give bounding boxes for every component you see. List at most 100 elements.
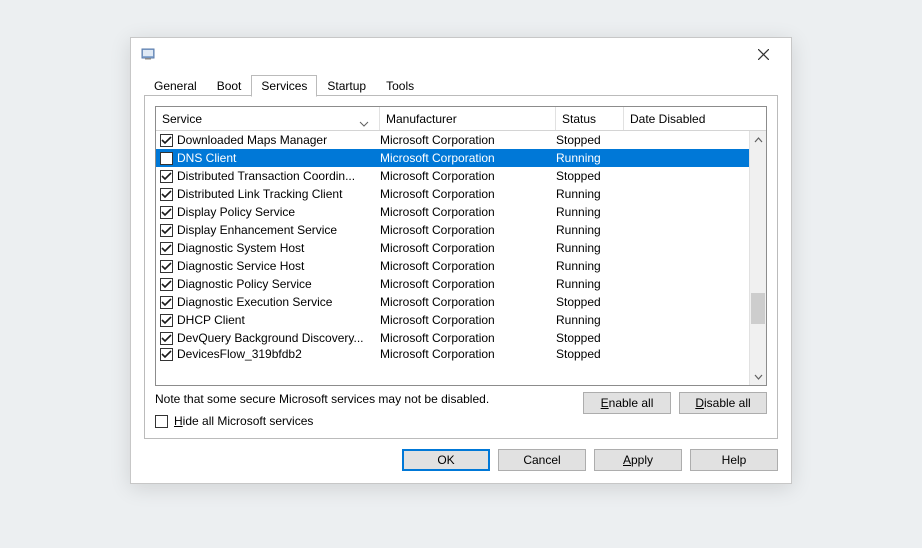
service-name: Distributed Transaction Coordin... xyxy=(177,169,376,183)
service-manufacturer: Microsoft Corporation xyxy=(380,169,556,183)
vertical-scrollbar[interactable] xyxy=(749,131,766,385)
column-label: Date Disabled xyxy=(630,112,705,126)
service-name: Distributed Link Tracking Client xyxy=(177,187,376,201)
service-status: Stopped xyxy=(556,133,624,147)
service-manufacturer: Microsoft Corporation xyxy=(380,295,556,309)
dialog-button-bar: OK Cancel Apply Help xyxy=(144,439,778,471)
table-row[interactable]: Display Enhancement Service Microsoft Cor… xyxy=(156,221,749,239)
service-name: Display Enhancement Service xyxy=(177,223,376,237)
hide-ms-label: Hide all Microsoft services xyxy=(174,414,313,428)
service-checkbox[interactable] xyxy=(160,242,173,255)
tab-services[interactable]: Services xyxy=(251,75,317,97)
rows-container: Downloaded Maps ManagerMicrosoft Corpora… xyxy=(156,131,749,385)
service-status: Running xyxy=(556,151,624,165)
service-checkbox[interactable] xyxy=(160,296,173,309)
msconfig-window: General Boot Services Startup Tools Serv… xyxy=(130,37,792,484)
tab-startup[interactable]: Startup xyxy=(317,75,376,96)
service-status: Running xyxy=(556,277,624,291)
service-name: DHCP Client xyxy=(177,313,376,327)
service-manufacturer: Microsoft Corporation xyxy=(380,259,556,273)
titlebar xyxy=(131,38,791,70)
service-manufacturer: Microsoft Corporation xyxy=(380,205,556,219)
service-checkbox[interactable] xyxy=(160,348,173,361)
table-row[interactable]: Downloaded Maps ManagerMicrosoft Corpora… xyxy=(156,131,749,149)
table-row[interactable]: DevicesFlow_319bfdb2 Microsoft Corporatio… xyxy=(156,347,749,361)
service-manufacturer: Microsoft Corporation xyxy=(380,133,556,147)
services-list: Service Manufacturer Status Date Disable… xyxy=(155,106,767,386)
service-name: Diagnostic Policy Service xyxy=(177,277,376,291)
help-button[interactable]: Help xyxy=(690,449,778,471)
service-checkbox[interactable] xyxy=(160,134,173,147)
disable-all-button[interactable]: Disable all xyxy=(679,392,767,414)
service-checkbox[interactable] xyxy=(160,188,173,201)
service-name: Display Policy Service xyxy=(177,205,376,219)
table-row[interactable]: Display Policy Service Microsoft Corporat… xyxy=(156,203,749,221)
column-header-date-disabled[interactable]: Date Disabled xyxy=(624,107,766,130)
service-name: DNS Client xyxy=(177,151,376,165)
table-row[interactable]: DHCP ClientMicrosoft CorporationRunning xyxy=(156,311,749,329)
table-row[interactable]: Diagnostic Policy Service Microsoft Corpo… xyxy=(156,275,749,293)
service-status: Running xyxy=(556,187,624,201)
table-row[interactable]: Diagnostic System HostMicrosoft Corporat… xyxy=(156,239,749,257)
scroll-up-button[interactable] xyxy=(750,131,766,148)
list-body: Downloaded Maps ManagerMicrosoft Corpora… xyxy=(156,131,766,385)
cancel-button[interactable]: Cancel xyxy=(498,449,586,471)
apply-button[interactable]: Apply xyxy=(594,449,682,471)
close-button[interactable] xyxy=(743,40,783,68)
app-icon xyxy=(141,46,157,62)
scroll-track[interactable] xyxy=(750,148,766,368)
service-manufacturer: Microsoft Corporation xyxy=(380,347,556,361)
service-checkbox[interactable] xyxy=(160,170,173,183)
column-label: Status xyxy=(562,112,596,126)
service-manufacturer: Microsoft Corporation xyxy=(380,223,556,237)
table-row[interactable]: DNS Client Microsoft CorporationRunning xyxy=(156,149,749,167)
service-manufacturer: Microsoft Corporation xyxy=(380,187,556,201)
under-list-area: Note that some secure Microsoft services… xyxy=(155,392,767,428)
service-status: Stopped xyxy=(556,331,624,345)
list-header: Service Manufacturer Status Date Disable… xyxy=(156,107,766,131)
service-checkbox[interactable] xyxy=(160,314,173,327)
service-status: Running xyxy=(556,259,624,273)
hide-ms-checkbox[interactable] xyxy=(155,415,168,428)
tabstrip: General Boot Services Startup Tools xyxy=(144,74,778,96)
service-checkbox[interactable] xyxy=(160,260,173,273)
service-checkbox[interactable] xyxy=(160,206,173,219)
table-row[interactable]: Diagnostic Execution Service Microsoft Co… xyxy=(156,293,749,311)
service-status: Running xyxy=(556,205,624,219)
service-status: Stopped xyxy=(556,347,624,361)
service-status: Running xyxy=(556,223,624,237)
sort-indicator-icon xyxy=(359,116,369,122)
service-status: Stopped xyxy=(556,295,624,309)
service-name: DevicesFlow_319bfdb2 xyxy=(177,347,376,361)
service-checkbox[interactable] xyxy=(160,278,173,291)
column-label: Manufacturer xyxy=(386,112,457,126)
scroll-thumb[interactable] xyxy=(751,293,765,324)
service-checkbox[interactable] xyxy=(160,224,173,237)
service-status: Running xyxy=(556,241,624,255)
column-header-status[interactable]: Status xyxy=(556,107,624,130)
table-row[interactable]: Distributed Link Tracking Client Microsof… xyxy=(156,185,749,203)
service-name: Diagnostic Execution Service xyxy=(177,295,376,309)
scroll-down-button[interactable] xyxy=(750,368,766,385)
service-checkbox[interactable] xyxy=(160,152,173,165)
services-pane: Service Manufacturer Status Date Disable… xyxy=(144,96,778,439)
tab-boot[interactable]: Boot xyxy=(207,75,252,96)
column-header-manufacturer[interactable]: Manufacturer xyxy=(380,107,556,130)
service-manufacturer: Microsoft Corporation xyxy=(380,277,556,291)
tab-general[interactable]: General xyxy=(144,75,207,96)
column-label: Service xyxy=(162,112,202,126)
service-status: Running xyxy=(556,313,624,327)
tab-tools[interactable]: Tools xyxy=(376,75,424,96)
column-header-service[interactable]: Service xyxy=(156,107,380,130)
service-status: Stopped xyxy=(556,169,624,183)
enable-all-button[interactable]: Enable all xyxy=(583,392,671,414)
table-row[interactable]: DevQuery Background Discovery...Microsof… xyxy=(156,329,749,347)
hide-ms-row: Hide all Microsoft services xyxy=(155,414,573,428)
service-checkbox[interactable] xyxy=(160,332,173,345)
table-row[interactable]: Diagnostic Service Host Microsoft Corpora… xyxy=(156,257,749,275)
service-name: DevQuery Background Discovery... xyxy=(177,331,376,345)
service-name: Diagnostic Service Host xyxy=(177,259,376,273)
table-row[interactable]: Distributed Transaction Coordin... Micros… xyxy=(156,167,749,185)
service-manufacturer: Microsoft Corporation xyxy=(380,151,556,165)
ok-button[interactable]: OK xyxy=(402,449,490,471)
